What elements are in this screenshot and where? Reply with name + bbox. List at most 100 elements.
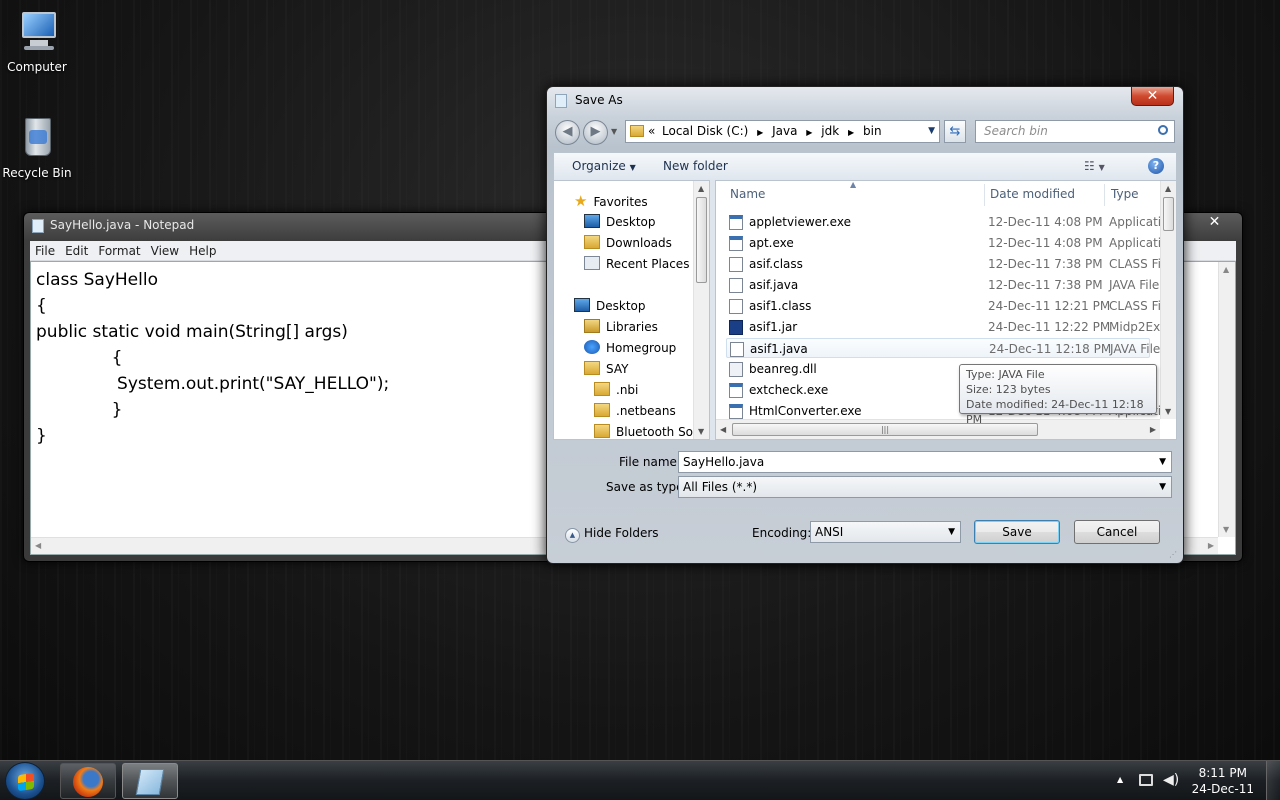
nav-say[interactable]: SAY bbox=[584, 359, 628, 379]
address-dropdown-icon[interactable]: ▼ bbox=[928, 121, 935, 142]
file-type: CLASS Fil bbox=[1109, 257, 1165, 271]
breadcrumb-separator-icon[interactable]: ▶ bbox=[848, 128, 854, 137]
taskbar-firefox[interactable] bbox=[60, 763, 116, 799]
folder-icon bbox=[594, 424, 610, 438]
nav-bluetooth-software[interactable]: Bluetooth Softw bbox=[594, 422, 694, 442]
new-folder-button[interactable]: New folder bbox=[663, 159, 728, 173]
column-divider[interactable] bbox=[984, 184, 985, 206]
address-overflow-chevron[interactable]: « bbox=[648, 121, 655, 142]
nav-nbi[interactable]: .nbi bbox=[594, 380, 638, 400]
chevron-down-icon[interactable]: ▼ bbox=[1159, 452, 1166, 472]
hide-folders-button[interactable]: ▲ Hide Folders bbox=[565, 526, 659, 543]
refresh-button[interactable]: ⇆ bbox=[944, 120, 966, 143]
cancel-button[interactable]: Cancel bbox=[1074, 520, 1160, 544]
save-as-dialog[interactable]: Save As ✕ ◀ ▶ ▼ « Local Disk (C:) ▶ Java… bbox=[546, 86, 1184, 564]
breadcrumb-separator-icon[interactable]: ▶ bbox=[757, 128, 763, 137]
hide-folders-label: Hide Folders bbox=[584, 526, 659, 540]
column-divider[interactable] bbox=[1104, 184, 1105, 206]
taskbar-clock[interactable]: 8:11 PM 24-Dec-11 bbox=[1192, 765, 1254, 797]
dialog-close-button[interactable]: ✕ bbox=[1131, 87, 1174, 106]
navigation-pane[interactable]: ★ Favorites Desktop Downloads Recent Plac… bbox=[553, 180, 710, 440]
address-bar[interactable]: « Local Disk (C:) ▶ Java ▶ jdk ▶ bin ▼ bbox=[625, 120, 940, 143]
chevron-down-icon[interactable]: ▼ bbox=[948, 522, 955, 542]
volume-icon[interactable]: ◀) bbox=[1163, 772, 1179, 788]
scroll-up-icon[interactable]: ▲ bbox=[1223, 265, 1229, 274]
nav-desktop-favorite[interactable]: Desktop bbox=[584, 212, 656, 232]
nav-netbeans[interactable]: .netbeans bbox=[594, 401, 676, 421]
file-row[interactable]: asif1.class 24-Dec-11 12:21 PM CLASS Fil bbox=[726, 296, 1166, 316]
scroll-right-icon[interactable]: ▶ bbox=[1150, 425, 1156, 434]
scroll-down-icon[interactable]: ▼ bbox=[1165, 407, 1171, 416]
file-row[interactable]: appletviewer.exe 12-Dec-11 4:08 PM Applica… bbox=[726, 212, 1168, 232]
chevron-up-icon: ▲ bbox=[565, 528, 580, 543]
column-header-type[interactable]: Type bbox=[1111, 181, 1139, 208]
file-row[interactable]: asif.java 12-Dec-11 7:38 PM JAVA File bbox=[726, 275, 1166, 295]
desktop-icon bbox=[584, 214, 600, 228]
scroll-right-icon[interactable]: ▶ bbox=[1208, 541, 1214, 550]
breadcrumb-item[interactable]: jdk bbox=[821, 124, 839, 138]
scroll-up-icon[interactable]: ▲ bbox=[698, 184, 704, 193]
file-row-hovered[interactable]: asif1.java 24-Dec-11 12:18 PM JAVA File bbox=[726, 338, 1160, 358]
recent-places-icon bbox=[584, 256, 600, 270]
search-input[interactable]: Search bin bbox=[975, 120, 1175, 143]
file-row[interactable]: apt.exe 12-Dec-11 4:08 PM Applicatio bbox=[726, 233, 1168, 253]
encoding-select[interactable]: ANSI ▼ bbox=[810, 521, 961, 543]
menu-help[interactable]: Help bbox=[184, 241, 221, 261]
scroll-down-icon[interactable]: ▼ bbox=[698, 427, 704, 436]
nav-recent-places[interactable]: Recent Places bbox=[584, 254, 689, 274]
breadcrumb-separator-icon[interactable]: ▶ bbox=[806, 128, 812, 137]
desktop-icon-computer[interactable]: Computer bbox=[0, 10, 77, 74]
menu-edit[interactable]: Edit bbox=[60, 241, 93, 261]
breadcrumb-item[interactable]: Java bbox=[772, 124, 797, 138]
file-list-vertical-scrollbar[interactable]: ▲ ▼ bbox=[1160, 181, 1176, 419]
nav-downloads[interactable]: Downloads bbox=[584, 233, 672, 253]
scroll-thumb[interactable] bbox=[1163, 197, 1174, 231]
save-button[interactable]: Save bbox=[974, 520, 1060, 544]
menu-file[interactable]: File bbox=[30, 241, 60, 261]
scroll-left-icon[interactable]: ◀ bbox=[35, 541, 41, 550]
taskbar-notepad[interactable] bbox=[122, 763, 178, 799]
show-hidden-icons-icon[interactable]: ▲ bbox=[1117, 775, 1123, 784]
breadcrumb-item[interactable]: Local Disk (C:) bbox=[662, 124, 748, 138]
show-desktop-button[interactable] bbox=[1266, 761, 1280, 800]
nav-favorites[interactable]: ★ Favorites bbox=[574, 191, 648, 211]
scroll-thumb[interactable] bbox=[696, 197, 707, 283]
nav-libraries[interactable]: Libraries bbox=[584, 317, 658, 337]
nav-homegroup[interactable]: Homegroup bbox=[584, 338, 676, 358]
notepad-vertical-scrollbar[interactable]: ▲ ▼ bbox=[1218, 262, 1235, 537]
scroll-left-icon[interactable]: ◀ bbox=[720, 425, 726, 434]
view-options-icon[interactable]: ☷ ▼ bbox=[1084, 159, 1105, 173]
nav-desktop[interactable]: Desktop bbox=[574, 296, 646, 316]
column-header-name[interactable]: Name bbox=[730, 181, 765, 208]
menu-format[interactable]: Format bbox=[93, 241, 145, 261]
file-row[interactable]: asif1.jar 24-Dec-11 12:22 PM Midp2Exe bbox=[726, 317, 1167, 337]
nav-vertical-scrollbar[interactable]: ▲ ▼ bbox=[693, 181, 709, 439]
file-name-input[interactable]: SayHello.java ▼ bbox=[678, 451, 1172, 473]
scroll-up-icon[interactable]: ▲ bbox=[1165, 184, 1171, 193]
back-button[interactable]: ◀ bbox=[555, 120, 580, 145]
breadcrumb-item[interactable]: bin bbox=[863, 124, 882, 138]
forward-button[interactable]: ▶ bbox=[583, 120, 608, 145]
resize-grip-icon[interactable]: ⋰ bbox=[1169, 550, 1177, 559]
exe-icon bbox=[729, 404, 743, 419]
recent-pages-dropdown-icon[interactable]: ▼ bbox=[611, 127, 617, 136]
scroll-down-icon[interactable]: ▼ bbox=[1223, 525, 1229, 534]
file-date: 24-Dec-11 12:18 PM bbox=[989, 342, 1112, 356]
desktop-icon-recycle-bin[interactable]: Recycle Bin bbox=[0, 116, 77, 180]
file-date: 12-Dec-11 7:38 PM bbox=[988, 257, 1103, 271]
nav-label: .netbeans bbox=[616, 404, 676, 418]
downloads-folder-icon bbox=[584, 235, 600, 249]
organize-button[interactable]: Organize ▼ bbox=[572, 159, 636, 173]
notepad-close-button[interactable]: ✕ bbox=[1193, 213, 1236, 232]
dll-icon bbox=[729, 362, 743, 377]
menu-view[interactable]: View bbox=[146, 241, 184, 261]
save-as-type-select[interactable]: All Files (*.*) ▼ bbox=[678, 476, 1172, 498]
chevron-down-icon[interactable]: ▼ bbox=[1159, 477, 1166, 497]
firefox-icon bbox=[73, 767, 103, 797]
help-icon[interactable]: ? bbox=[1148, 158, 1164, 174]
file-icon bbox=[730, 342, 744, 357]
file-row[interactable]: asif.class 12-Dec-11 7:38 PM CLASS Fil bbox=[726, 254, 1166, 274]
start-button[interactable] bbox=[5, 762, 45, 800]
network-icon[interactable] bbox=[1139, 774, 1153, 786]
column-header-date[interactable]: Date modified bbox=[990, 181, 1075, 208]
